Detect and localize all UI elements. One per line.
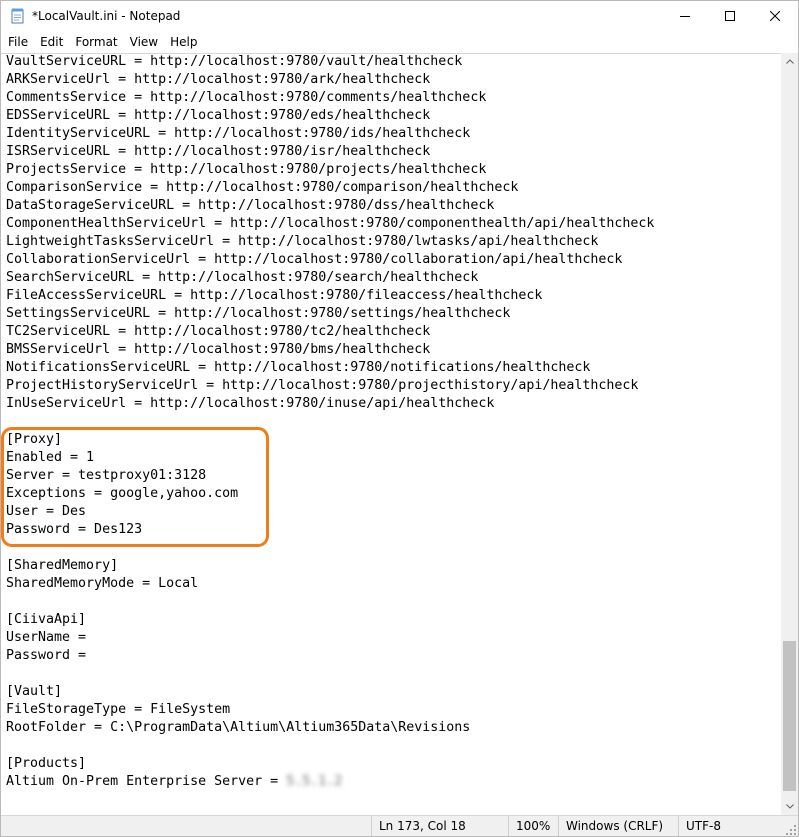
editor-line: ComponentHealthServiceUrl = http://local… [6, 216, 655, 231]
editor-line: [SharedMemory] [6, 558, 119, 573]
notepad-window: *LocalVault.ini - Notepad File Edit Form… [0, 0, 799, 837]
editor-line: ARKServiceUrl = http://localhost:9780/ar… [6, 72, 431, 87]
editor-line: Enabled = 1 [6, 450, 95, 465]
scroll-down-button[interactable] [781, 798, 798, 815]
status-bar: Ln 173, Col 18 100% Windows (CRLF) UTF-8 [1, 815, 798, 836]
editor-line: ISRServiceURL = http://localhost:9780/is… [6, 144, 431, 159]
editor-line: User = Des [6, 504, 87, 519]
window-title: *LocalVault.ini - Notepad [32, 9, 181, 23]
blurred-version-value: 5.5.1.2 [286, 774, 343, 789]
editor-content[interactable]: VaultServiceURL = http://localhost:9780/… [6, 54, 655, 791]
editor-line: [Products] [6, 756, 87, 771]
editor-line: SearchServiceURL = http://localhost:9780… [6, 270, 479, 285]
editor-line: [Vault] [6, 684, 63, 699]
editor-line: IdentityServiceURL = http://localhost:97… [6, 126, 471, 141]
editor-line: BMSServiceUrl = http://localhost:9780/bm… [6, 342, 431, 357]
editor-line: ComparisonService = http://localhost:978… [6, 180, 519, 195]
editor-line: LightweightTasksServiceUrl = http://loca… [6, 234, 599, 249]
line-ending: Windows (CRLF) [558, 816, 663, 836]
editor-line: [CiivaApi] [6, 612, 87, 627]
vertical-scrollbar[interactable] [781, 53, 798, 815]
scrollbar-thumb[interactable] [783, 641, 796, 791]
editor-line: CollaborationServiceUrl = http://localho… [6, 252, 623, 267]
notepad-icon [11, 8, 24, 24]
zoom-level: 100% [508, 816, 550, 836]
editor-line: SettingsServiceURL = http://localhost:97… [6, 306, 511, 321]
editor-line: CommentsService = http://localhost:9780/… [6, 90, 487, 105]
editor-line: [Proxy] [6, 432, 63, 447]
editor-line: VaultServiceURL = http://localhost:9780/… [6, 54, 463, 69]
editor-line: FileAccessServiceURL = http://localhost:… [6, 288, 543, 303]
close-icon [770, 11, 780, 21]
maximize-button[interactable] [707, 1, 753, 31]
editor-line: FileStorageType = FileSystem [6, 702, 231, 717]
editor-line: ProjectHistoryServiceUrl = http://localh… [6, 378, 639, 393]
menu-bar: File Edit Format View Help [1, 31, 798, 53]
editor-line: DataStorageServiceURL = http://localhost… [6, 198, 495, 213]
editor-line: EDSServiceURL = http://localhost:9780/ed… [6, 108, 431, 123]
menu-view[interactable]: View [124, 32, 164, 52]
editor-line: Password = Des123 [6, 522, 143, 537]
maximize-icon [725, 11, 735, 21]
encoding: UTF-8 [678, 816, 721, 836]
text-editor[interactable]: VaultServiceURL = http://localhost:9780/… [1, 53, 781, 816]
minimize-button[interactable] [662, 1, 708, 31]
menu-format[interactable]: Format [69, 32, 123, 52]
title-bar[interactable]: *LocalVault.ini - Notepad [1, 1, 798, 31]
editor-line: Exceptions = google,yahoo.com [6, 486, 239, 501]
editor-line: Server = testproxy01:3128 [6, 468, 207, 483]
cursor-position: Ln 173, Col 18 [371, 816, 466, 836]
close-button[interactable] [752, 1, 798, 31]
menu-file[interactable]: File [1, 32, 34, 52]
editor-line: Password = [6, 648, 95, 663]
editor-line: Altium On-Prem Enterprise Server = 5.5.1… [6, 774, 343, 789]
editor-line: RootFolder = C:\ProgramData\Altium\Altiu… [6, 720, 471, 735]
scroll-up-button[interactable] [781, 53, 798, 70]
chevron-down-icon [785, 804, 794, 809]
editor-line: SharedMemoryMode = Local [6, 576, 199, 591]
menu-edit[interactable]: Edit [34, 32, 69, 52]
editor-line: UserName = [6, 630, 95, 645]
editor-line: NotificationsServiceURL = http://localho… [6, 360, 591, 375]
editor-line: InUseServiceUrl = http://localhost:9780/… [6, 396, 495, 411]
menu-help[interactable]: Help [164, 32, 203, 52]
editor-line: TC2ServiceURL = http://localhost:9780/tc… [6, 324, 431, 339]
minimize-icon [680, 16, 690, 17]
editor-line: ProjectsService = http://localhost:9780/… [6, 162, 487, 177]
chevron-up-icon [785, 59, 794, 64]
resize-grip-icon[interactable] [785, 824, 797, 836]
